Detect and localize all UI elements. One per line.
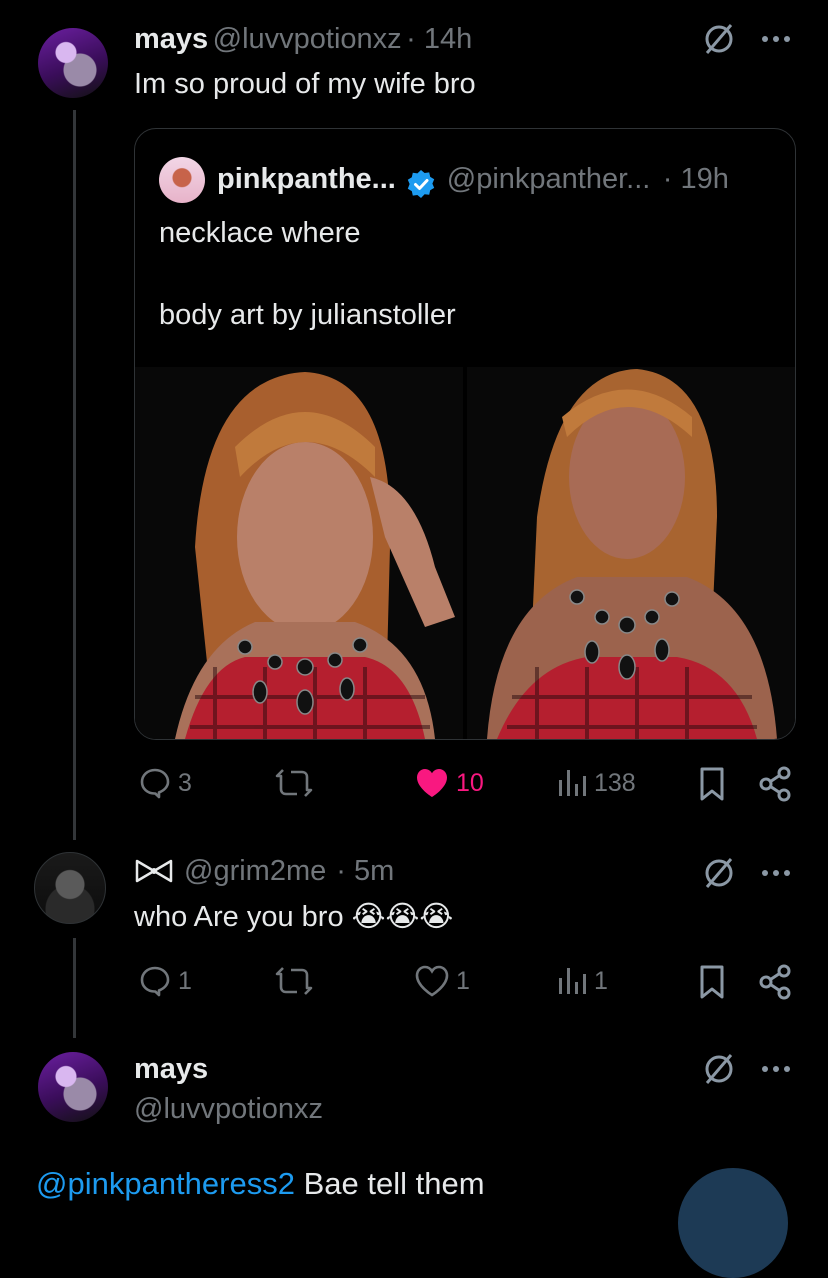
avatar[interactable] — [38, 1052, 108, 1122]
compose-button[interactable] — [678, 1168, 788, 1278]
emoji-group: 😭😭😭 — [351, 901, 454, 933]
like-count: 10 — [456, 768, 484, 797]
reply-button[interactable]: 3 — [138, 766, 192, 800]
author-handle[interactable]: @grim2me — [184, 852, 326, 890]
reply-icon — [140, 768, 170, 799]
photo-right-art — [467, 367, 795, 739]
like-icon — [417, 769, 447, 797]
bow-icon — [135, 859, 173, 883]
grok-button[interactable] — [702, 856, 736, 890]
post-text: Im so proud of my wife bro — [134, 68, 476, 100]
grok-button[interactable] — [702, 1052, 736, 1086]
share-button[interactable] — [758, 964, 792, 1000]
grok-button[interactable] — [702, 22, 736, 56]
reply-count: 3 — [178, 768, 192, 797]
photo-left-art — [135, 367, 463, 739]
more-icon — [762, 36, 790, 42]
reply-button[interactable]: 1 — [138, 964, 192, 998]
share-button[interactable] — [758, 766, 792, 802]
author-name[interactable]: mays — [134, 23, 208, 55]
more-button[interactable] — [760, 22, 792, 56]
bookmark-button[interactable] — [698, 964, 726, 1000]
quoted-text-line1: necklace where — [159, 217, 361, 249]
more-button[interactable] — [760, 1052, 792, 1086]
views-button[interactable]: 1 — [556, 964, 608, 998]
grok-icon — [705, 858, 733, 888]
quoted-author-name[interactable]: pinkpanthe... — [217, 163, 396, 195]
quoted-avatar[interactable] — [159, 157, 205, 203]
like-count: 1 — [456, 966, 470, 995]
bookmark-icon — [700, 767, 724, 801]
repost-button[interactable] — [274, 964, 314, 998]
author-handle[interactable]: @luvvpotionxz — [213, 23, 402, 55]
quoted-header: pinkpanthe... @pinkpanther... · 19h — [217, 159, 729, 204]
grok-icon — [705, 1054, 733, 1084]
repost-icon — [275, 769, 313, 797]
avatar[interactable] — [34, 852, 106, 924]
more-button[interactable] — [760, 856, 792, 890]
quoted-photo-right[interactable] — [467, 367, 795, 739]
post-time[interactable]: · 5m — [336, 852, 394, 890]
post-text: who Are you bro 😭😭😭 — [134, 898, 453, 936]
more-icon — [762, 870, 790, 876]
quoted-post[interactable]: pinkpanthe... @pinkpanther... · 19h neck… — [134, 128, 796, 740]
views-icon — [559, 770, 586, 796]
repost-icon — [275, 967, 313, 995]
quoted-text-line2: body art by julianstoller — [159, 299, 456, 331]
post-time[interactable]: · 14h — [406, 23, 472, 55]
author-handle[interactable]: @luvvpotionxz — [134, 1090, 323, 1128]
like-button[interactable]: 10 — [414, 766, 484, 800]
views-button[interactable]: 138 — [556, 766, 636, 800]
mention-link[interactable]: @pinkpantheress2 — [36, 1166, 295, 1201]
post-text-content: Bae tell them — [294, 1166, 485, 1201]
quoted-author-handle[interactable]: @pinkpanther... — [447, 163, 651, 195]
bookmark-icon — [700, 965, 724, 999]
verified-icon — [408, 169, 435, 198]
views-count: 1 — [594, 966, 608, 995]
like-button[interactable]: 1 — [414, 964, 470, 998]
reply-count: 1 — [178, 966, 192, 995]
like-icon — [415, 965, 449, 997]
post-header: @grim2me · 5m — [134, 852, 394, 890]
avatar[interactable] — [38, 28, 108, 98]
bookmark-button[interactable] — [698, 766, 726, 802]
quoted-post-time[interactable]: · 19h — [663, 163, 729, 195]
author-name[interactable]: mays — [134, 1050, 208, 1088]
views-icon — [559, 968, 586, 994]
post-text: @pinkpantheress2 Bae tell them — [36, 1164, 485, 1204]
share-icon — [759, 964, 791, 1000]
quoted-photo-left[interactable] — [135, 367, 463, 739]
thread-line-2 — [73, 938, 76, 1038]
reply-icon — [140, 966, 170, 997]
share-icon — [759, 766, 791, 802]
more-icon — [762, 1066, 790, 1072]
thread-line-1 — [73, 110, 76, 840]
repost-button[interactable] — [274, 766, 314, 800]
post-header: mays @luvvpotionxz · 14h — [134, 20, 472, 63]
post-text-content: who Are you bro — [134, 901, 344, 933]
grok-icon — [705, 24, 733, 54]
views-count: 138 — [594, 768, 636, 797]
